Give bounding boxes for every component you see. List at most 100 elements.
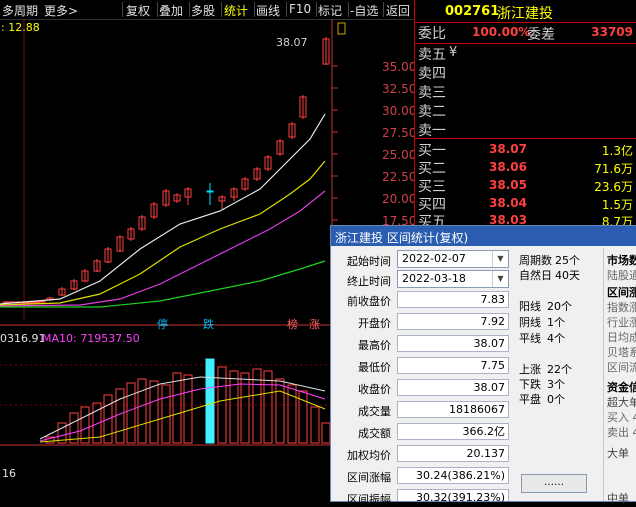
sell5-row: 卖五 ¥ <box>415 44 636 63</box>
quote-panel: 002761 浙江建投 委比 100.00% 委差 33709 卖五 ¥ 卖四 卖… <box>414 0 636 230</box>
sell4-row: 卖四 <box>415 63 636 82</box>
buy2-label: 买二 <box>418 161 446 177</box>
buy1-volume: 1.3亿 <box>601 144 633 158</box>
yang-lines-label: 阳线 <box>519 300 541 313</box>
toolbar-divider <box>157 2 158 17</box>
flat-count-label: 平盘 <box>519 393 541 406</box>
quote-header: 002761 浙江建投 <box>415 0 636 23</box>
toolbar-divider <box>189 2 190 17</box>
large-order-label: 大单 <box>607 447 629 460</box>
top-value-label: : 12.88 <box>1 21 40 34</box>
toolbar-f10[interactable]: F10 <box>289 2 311 16</box>
marker-list[interactable]: 榜 <box>287 316 298 332</box>
up-count-label: 上涨 <box>519 363 541 376</box>
down-count-label: 下跌 <box>519 378 541 391</box>
more-button[interactable]: …… <box>521 474 587 493</box>
sell1-row: 卖一 <box>415 120 636 139</box>
toolbar-more[interactable]: 更多> <box>44 2 78 19</box>
volume-bar <box>275 378 285 444</box>
chart-options-box[interactable] <box>337 22 346 35</box>
market-sub: 陆股通 <box>607 269 636 282</box>
chart-toolbar: 多周期 更多> 复权 叠加 多股 统计 画线 F10 标记 -自选 返回 <box>0 0 414 20</box>
dialog-title-bar[interactable]: 浙江建投 区间统计(复权) <box>331 226 636 246</box>
start-time-label: 起始时间 <box>347 255 391 268</box>
volume-bar <box>263 370 273 444</box>
end-date-picker[interactable]: 2022-03-18 ▼ <box>397 270 509 288</box>
start-date-value: 2022-02-07 <box>402 252 466 265</box>
volume-ma5-label: 0316.91 <box>0 332 46 345</box>
toolbar-back[interactable]: 返回 <box>386 2 410 19</box>
buy4-price: 38.04 <box>489 196 527 210</box>
volume-bar <box>310 406 320 444</box>
section-range-label: 区间涨 <box>607 286 636 299</box>
end-date-value: 2022-03-18 <box>402 272 466 285</box>
close-price-value: 38.07 <box>397 379 509 396</box>
open-price-value: 7.92 <box>397 313 509 330</box>
down-count-value: 3个 <box>547 378 565 391</box>
candlestick-series <box>2 37 330 304</box>
buy3-price: 38.05 <box>489 178 527 192</box>
volume-bar <box>183 374 193 444</box>
buy3-row: 买三 38.05 23.6万 <box>415 176 636 195</box>
weibi-value: 100.00% <box>472 25 531 39</box>
chevron-down-icon[interactable]: ▼ <box>492 271 508 287</box>
right-item: 贝塔系 <box>607 346 636 359</box>
volume-bar <box>240 372 250 444</box>
indicator-value-label: 16 <box>2 467 16 480</box>
turnover-label: 成交额 <box>358 427 391 440</box>
toolbar-watchlist[interactable]: -自选 <box>350 2 378 19</box>
marker-halt[interactable]: 停 <box>157 316 168 332</box>
toolbar-draw-line[interactable]: 画线 <box>256 2 280 19</box>
toolbar-divider <box>254 2 255 17</box>
toolbar-divider <box>286 2 287 17</box>
sell2-label: 卖二 <box>418 104 446 120</box>
sell-out-label: 卖出 4 <box>607 426 636 439</box>
sell2-row: 卖二 <box>415 101 636 120</box>
period-count-label: 周期数 <box>519 254 552 267</box>
buy-in-label: 买入 4 <box>607 411 636 424</box>
section-funds-label: 资金信 <box>607 381 636 394</box>
volume-ma10-label: MA10: 719537.50 <box>42 332 140 345</box>
sell3-label: 卖三 <box>418 85 446 101</box>
price-tick-label: 27.50 <box>382 126 417 140</box>
close-price-label: 收盘价 <box>358 383 391 396</box>
range-change-label: 区间涨幅 <box>347 471 391 484</box>
super-large-label: 超大单 <box>607 396 636 409</box>
toolbar-mark[interactable]: 标记 <box>318 2 342 19</box>
chevron-down-icon[interactable]: ▼ <box>492 251 508 267</box>
flat-lines-value: 4个 <box>547 332 565 345</box>
yin-lines-label: 阴线 <box>519 316 541 329</box>
toolbar-divider <box>348 2 349 17</box>
kline-chart[interactable]: : 12.88 38.07 停 跌 榜 涨 0316.91 MA10: 7195… <box>0 19 346 500</box>
weibi-row: 委比 100.00% 委差 33709 <box>415 23 636 44</box>
flat-count-value: 0个 <box>547 393 565 406</box>
toolbar-overlay[interactable]: 叠加 <box>159 2 183 19</box>
volume-bar <box>115 388 125 444</box>
marker-rise[interactable]: 涨 <box>309 316 320 332</box>
market-label: 市场数 <box>607 254 636 267</box>
volume-bar <box>205 358 215 444</box>
toolbar-multi-period[interactable]: 多周期 <box>2 2 38 19</box>
volume-ma-line <box>39 390 326 443</box>
yin-lines-value: 1个 <box>547 316 565 329</box>
candle-body <box>206 190 214 193</box>
toolbar-divider <box>122 2 123 17</box>
marker-fall[interactable]: 跌 <box>203 316 214 332</box>
toolbar-divider <box>383 2 384 17</box>
volume-bar <box>321 422 331 444</box>
volume-bar <box>126 382 136 444</box>
toolbar-divider <box>221 2 222 17</box>
weighted-avg-value: 20.137 <box>397 445 509 462</box>
toolbar-statistics[interactable]: 统计 <box>224 2 248 19</box>
buy1-price: 38.07 <box>489 142 527 156</box>
toolbar-multi-stock[interactable]: 多股 <box>191 2 215 19</box>
toolbar-restore-rights[interactable]: 复权 <box>126 2 150 19</box>
volume-bar <box>161 384 171 444</box>
dialog-divider <box>603 248 604 501</box>
right-item: 区间流 <box>607 361 636 374</box>
range-amplitude-label: 区间振幅 <box>347 493 391 506</box>
dialog-title: 浙江建投 区间统计(复权) <box>335 231 469 245</box>
buy2-row: 买二 38.06 71.6万 <box>415 158 636 177</box>
start-date-picker[interactable]: 2022-02-07 ▼ <box>397 250 509 268</box>
period-count-value: 25个 <box>555 254 580 267</box>
